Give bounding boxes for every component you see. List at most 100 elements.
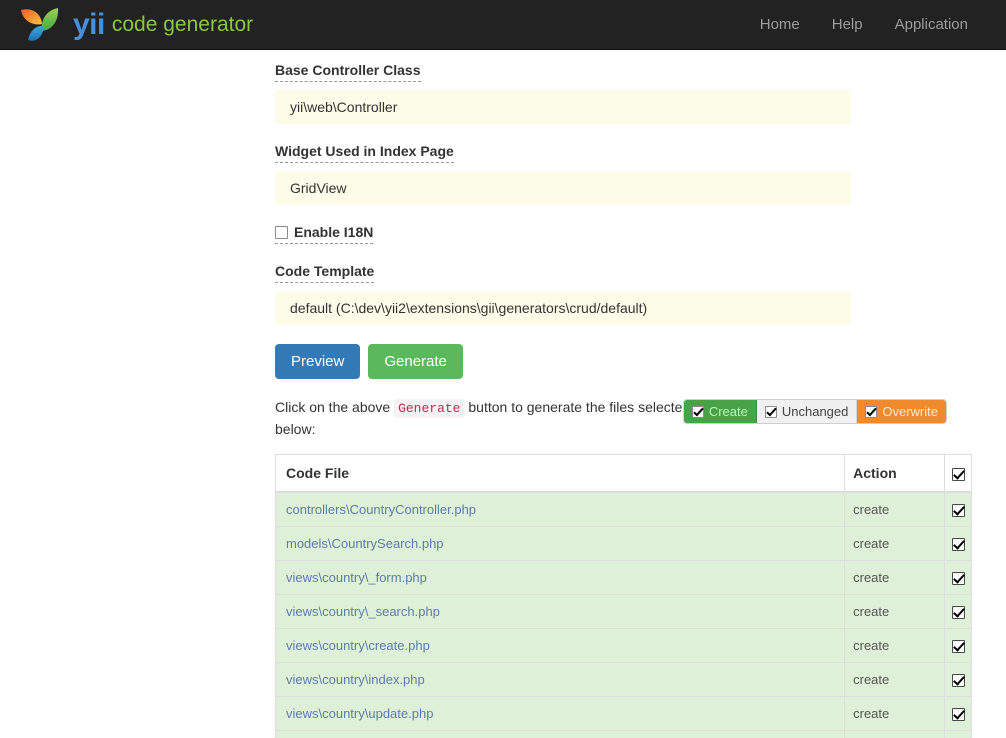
input-widget-index-page[interactable]: GridView [275, 171, 851, 205]
cell-action: create [845, 527, 945, 561]
column-header-action: Action [845, 455, 945, 493]
legend-filter-create[interactable]: Create [684, 400, 757, 423]
table-row: controllers\CountryController.php create [276, 492, 972, 527]
action-button-row: Preview Generate [275, 344, 1006, 379]
cell-row-checkbox[interactable] [945, 527, 972, 561]
cell-code-file: controllers\CountryController.php [276, 492, 845, 527]
cell-action: create [845, 595, 945, 629]
code-file-link[interactable]: views\country\create.php [286, 638, 430, 653]
cell-action: create [845, 629, 945, 663]
legend-filter-overwrite[interactable]: Overwrite [857, 400, 946, 423]
table-row: views\country\index.php create [276, 663, 972, 697]
checkbox-row-select[interactable] [952, 708, 965, 721]
checkbox-filter-overwrite[interactable] [865, 406, 877, 418]
field-enable-i18n: Enable I18N [275, 224, 1006, 244]
table-row: views\country\_search.php create [276, 595, 972, 629]
column-header-code-file: Code File [276, 455, 845, 493]
nav-link-application[interactable]: Application [879, 16, 984, 33]
cell-code-file: views\country\view.php [276, 731, 845, 738]
generator-form-content: Base Controller Class yii\web\Controller… [0, 50, 1006, 738]
hint-and-legend-row: Click on the above Generate button to ge… [275, 397, 972, 440]
cell-code-file: views\country\_search.php [276, 595, 845, 629]
top-navbar: yii code generator Home Help Application [0, 0, 1006, 50]
cell-row-checkbox[interactable] [945, 595, 972, 629]
label-enable-i18n: Enable I18N [294, 224, 373, 240]
table-row: models\CountrySearch.php create [276, 527, 972, 561]
action-label: create [853, 604, 889, 619]
file-status-filter-group: Create Unchanged Overwrite [683, 399, 947, 424]
checkbox-filter-unchanged[interactable] [765, 406, 777, 418]
cell-code-file: views\country\index.php [276, 663, 845, 697]
action-label: create [853, 706, 889, 721]
table-row: views\country\_form.php create [276, 561, 972, 595]
generate-hint-text: Click on the above Generate button to ge… [275, 397, 700, 440]
cell-row-checkbox[interactable] [945, 561, 972, 595]
cell-row-checkbox[interactable] [945, 697, 972, 731]
label-base-controller-class: Base Controller Class [275, 62, 421, 82]
checkbox-enable-i18n[interactable]: Enable I18N [275, 224, 373, 244]
preview-button[interactable]: Preview [275, 344, 360, 379]
legend-label-unchanged: Unchanged [782, 404, 849, 419]
hint-text-before: Click on the above [275, 399, 394, 415]
label-code-template: Code Template [275, 263, 374, 283]
code-file-link[interactable]: models\CountrySearch.php [286, 536, 444, 551]
field-widget-index-page: Widget Used in Index Page GridView [275, 143, 1006, 205]
label-widget-index-page: Widget Used in Index Page [275, 143, 454, 163]
cell-code-file: models\CountrySearch.php [276, 527, 845, 561]
cell-row-checkbox[interactable] [945, 492, 972, 527]
table-row: views\country\create.php create [276, 629, 972, 663]
hint-code-generate: Generate [394, 399, 464, 418]
brand-name-yii: yii [73, 10, 105, 40]
yii-leaf-logo-icon [18, 4, 64, 46]
checkbox-row-select[interactable] [952, 606, 965, 619]
cell-code-file: views\country\create.php [276, 629, 845, 663]
code-files-table-body: controllers\CountryController.phpcreatem… [276, 492, 972, 738]
checkbox-box-enable-i18n[interactable] [275, 226, 288, 239]
legend-label-overwrite: Overwrite [882, 404, 938, 419]
checkbox-row-select[interactable] [952, 504, 965, 517]
checkbox-row-select[interactable] [952, 538, 965, 551]
table-row: views\country\update.php create [276, 697, 972, 731]
action-label: create [853, 536, 889, 551]
cell-action: create [845, 731, 945, 738]
legend-filter-unchanged[interactable]: Unchanged [757, 400, 858, 423]
input-base-controller-class[interactable]: yii\web\Controller [275, 90, 851, 124]
action-label: create [853, 502, 889, 517]
action-label: create [853, 638, 889, 653]
cell-action: create [845, 492, 945, 527]
nav-link-help[interactable]: Help [816, 16, 879, 33]
cell-row-checkbox[interactable] [945, 663, 972, 697]
cell-code-file: views\country\_form.php [276, 561, 845, 595]
code-file-link[interactable]: views\country\update.php [286, 706, 433, 721]
nav-link-home[interactable]: Home [744, 16, 816, 33]
code-file-link[interactable]: views\country\_search.php [286, 604, 440, 619]
code-file-link[interactable]: controllers\CountryController.php [286, 502, 476, 517]
legend-label-create: Create [709, 404, 748, 419]
checkbox-row-select[interactable] [952, 572, 965, 585]
table-header-row: Code File Action [276, 455, 972, 493]
brand-name-subtitle: code generator [112, 14, 253, 35]
column-header-select-all[interactable] [945, 455, 972, 493]
cell-action: create [845, 663, 945, 697]
field-code-template: Code Template default (C:\dev\yii2\exten… [275, 263, 1006, 325]
navbar-links: Home Help Application [744, 16, 1006, 33]
code-file-link[interactable]: views\country\index.php [286, 672, 425, 687]
action-label: create [853, 570, 889, 585]
input-code-template[interactable]: default (C:\dev\yii2\extensions\gii\gene… [275, 291, 851, 325]
brand-logo-link[interactable]: yii code generator [0, 4, 253, 46]
checkbox-filter-create[interactable] [692, 406, 704, 418]
cell-action: create [845, 697, 945, 731]
checkbox-select-all[interactable] [952, 468, 965, 481]
checkbox-row-select[interactable] [952, 674, 965, 687]
action-label: create [853, 672, 889, 687]
field-base-controller-class: Base Controller Class yii\web\Controller [275, 62, 1006, 124]
cell-row-checkbox[interactable] [945, 731, 972, 738]
cell-action: create [845, 561, 945, 595]
code-files-table: Code File Action controllers\CountryCont… [275, 454, 972, 738]
code-file-link[interactable]: views\country\_form.php [286, 570, 427, 585]
cell-row-checkbox[interactable] [945, 629, 972, 663]
cell-code-file: views\country\update.php [276, 697, 845, 731]
checkbox-row-select[interactable] [952, 640, 965, 653]
generate-button[interactable]: Generate [368, 344, 463, 379]
code-files-table-head: Code File Action [276, 455, 972, 493]
